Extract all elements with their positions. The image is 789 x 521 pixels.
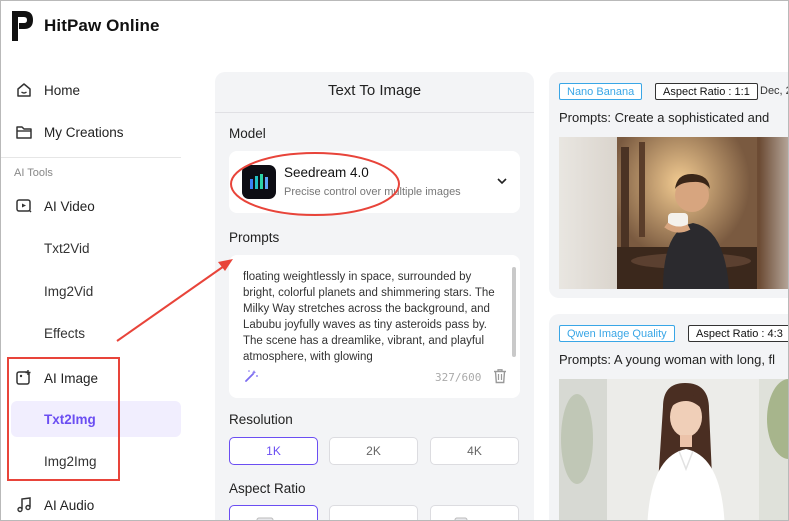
resolution-4k-button[interactable]: 4K [430, 437, 519, 465]
app-window: HitPaw Online Home My Creations AI Tools… [0, 0, 789, 521]
card-date: Dec, 2 [760, 85, 789, 97]
model-selector[interactable]: Seedream 4.0 Precise control over multip… [229, 151, 520, 213]
sidebar-subitem-img2vid[interactable]: Img2Vid [44, 284, 93, 299]
panel-title: Text To Image [327, 82, 422, 99]
aspect-ratio-label: Aspect Ratio [229, 481, 306, 496]
sidebar-item-home[interactable]: Home [15, 81, 80, 99]
sidebar-subitem-txt2vid[interactable]: Txt2Vid [44, 241, 90, 256]
square-ratio-icon [256, 517, 274, 520]
seedream-model-icon [242, 165, 276, 199]
resolution-2k-button[interactable]: 2K [329, 437, 418, 465]
sidebar-divider [1, 157, 181, 158]
sidebar-item-label: My Creations [44, 124, 124, 140]
aspect-ratio-option[interactable] [229, 505, 318, 520]
model-name: Seedream 4.0 [284, 165, 369, 180]
sidebar-item-label: AI Video [44, 198, 95, 214]
sidebar-item-label: AI Image [44, 370, 99, 386]
folder-icon [15, 123, 33, 141]
gallery-card[interactable]: Qwen Image Quality Aspect Ratio : 4:3 Pr… [549, 314, 788, 520]
sidebar-subitem-effects[interactable]: Effects [44, 326, 85, 341]
character-count: 327/600 [435, 371, 482, 384]
sidebar-item-ai-image[interactable]: AI Image [15, 369, 98, 387]
card-prompt: Prompts: A young woman with long, fl [559, 352, 776, 367]
music-note-icon [15, 496, 33, 514]
video-icon [15, 197, 33, 215]
sidebar-item-label: Home [44, 82, 81, 98]
model-tag: Nano Banana [559, 83, 643, 100]
app-name: HitPaw Online [44, 16, 160, 35]
model-tag: Qwen Image Quality [559, 325, 675, 342]
resolution-label: Resolution [229, 412, 293, 427]
generated-image[interactable] [559, 379, 788, 520]
gallery-card[interactable]: Nano Banana Aspect Ratio : 1:1 Dec, 2 Pr… [549, 72, 789, 298]
prompt-scrollbar[interactable] [512, 267, 516, 357]
image-add-icon [15, 369, 33, 387]
generated-image[interactable] [559, 137, 788, 289]
prompts-label: Prompts [229, 230, 280, 245]
tall-ratio-icon [454, 517, 468, 520]
hitpaw-logo-icon [12, 11, 33, 41]
home-icon [15, 81, 33, 99]
panel-divider [215, 112, 534, 113]
section-label-ai-tools: AI Tools [14, 167, 53, 179]
sidebar-item-ai-video[interactable]: AI Video [15, 197, 95, 215]
aspect-ratio-tag: Aspect Ratio : 4:3 [688, 325, 788, 342]
card-prompt: Prompts: Create a sophisticated and [559, 110, 770, 125]
resolution-1k-button[interactable]: 1K [229, 437, 318, 465]
sidebar-item-ai-audio[interactable]: AI Audio [15, 496, 94, 514]
text-to-image-panel: Text To Image Model Seedream 4.0 Precise… [215, 72, 534, 521]
trash-icon[interactable] [493, 368, 507, 384]
magic-wand-icon[interactable] [243, 368, 259, 384]
sidebar-active-highlight [11, 401, 181, 437]
sidebar-subitem-txt2img[interactable]: Txt2Img [44, 412, 96, 427]
aspect-ratio-option[interactable] [329, 505, 419, 521]
sidebar-item-my-creations[interactable]: My Creations [15, 123, 124, 141]
sidebar-subitem-img2img[interactable]: Img2Img [44, 454, 97, 469]
sidebar-item-label: AI Audio [44, 497, 95, 513]
model-label: Model [229, 126, 266, 141]
prompt-textarea[interactable]: floating weightlessly in space, surround… [229, 255, 520, 398]
wide-ratio-icon [330, 506, 419, 521]
model-description: Precise control over multiple images [284, 186, 461, 198]
chevron-down-icon[interactable] [496, 175, 508, 187]
aspect-ratio-option[interactable] [430, 505, 519, 520]
prompt-text[interactable]: floating weightlessly in space, surround… [243, 269, 501, 365]
sidebar: Home My Creations AI Tools AI Video Txt2… [1, 63, 191, 520]
aspect-ratio-tag: Aspect Ratio : 1:1 [655, 83, 758, 100]
logo[interactable]: HitPaw Online [9, 9, 160, 43]
